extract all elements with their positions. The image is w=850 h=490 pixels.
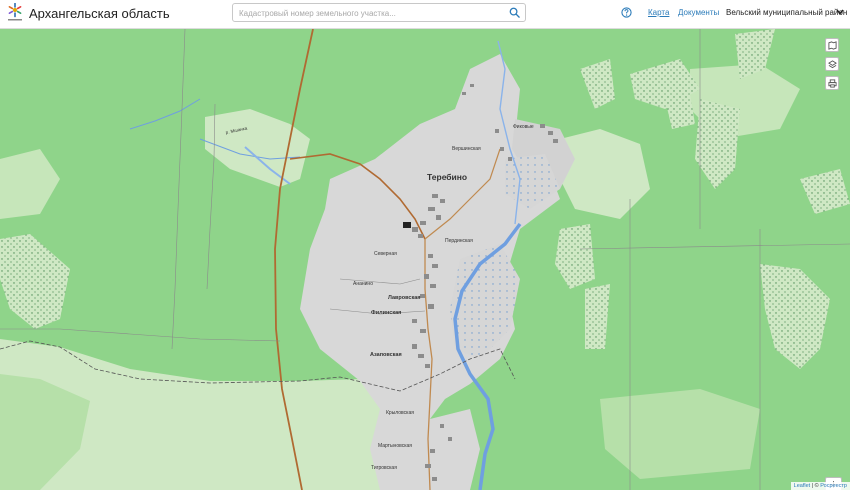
search-box[interactable] (232, 3, 526, 22)
village-label: Крыловская (386, 410, 414, 416)
map-canvas[interactable]: Теребино Вершинская Фиковые Пердинская С… (0, 29, 850, 490)
app-title: Архангельская область (29, 6, 170, 21)
district-selector[interactable]: Вельский муниципальный район (726, 8, 847, 17)
map-attribution: Leaflet | © Росреестр (790, 482, 850, 490)
village-label: Вершинская (452, 146, 481, 152)
attribution-separator: | © (811, 483, 819, 489)
village-label: Северная (374, 251, 397, 257)
village-label: Ананино (353, 281, 373, 287)
nav-map-link[interactable]: Карта (648, 8, 669, 17)
top-bar: Архангельская область Карта Документы Ве… (0, 0, 850, 29)
village-label: Филинская (371, 310, 401, 316)
village-label: Тигровская (371, 465, 397, 471)
print-button[interactable] (825, 76, 839, 90)
search-input[interactable] (239, 6, 501, 20)
leaflet-link[interactable]: Leaflet (794, 483, 811, 489)
help-icon[interactable] (621, 7, 632, 18)
village-label: Фиковые (513, 124, 534, 130)
nav-documents-link[interactable]: Документы (678, 8, 719, 17)
village-label: Азаповская (370, 352, 402, 358)
region-logo-icon[interactable] (6, 3, 24, 23)
search-icon[interactable] (509, 7, 520, 18)
print-icon (827, 78, 837, 88)
chevron-down-icon[interactable] (836, 9, 844, 15)
settlement-area (370, 409, 480, 490)
rosreestr-link[interactable]: Росреестр (820, 483, 847, 489)
town-label: Теребино (427, 172, 467, 182)
map-icon (827, 40, 837, 50)
village-label: Пердинская (445, 238, 473, 244)
village-label: Мартыновская (378, 443, 412, 449)
layers-icon (827, 59, 837, 68)
map-view[interactable]: Теребино Вершинская Фиковые Пердинская С… (0, 29, 850, 490)
basemap-toggle-button[interactable] (825, 38, 839, 52)
layers-button[interactable] (825, 57, 839, 71)
village-label: Лавровская (388, 295, 420, 301)
